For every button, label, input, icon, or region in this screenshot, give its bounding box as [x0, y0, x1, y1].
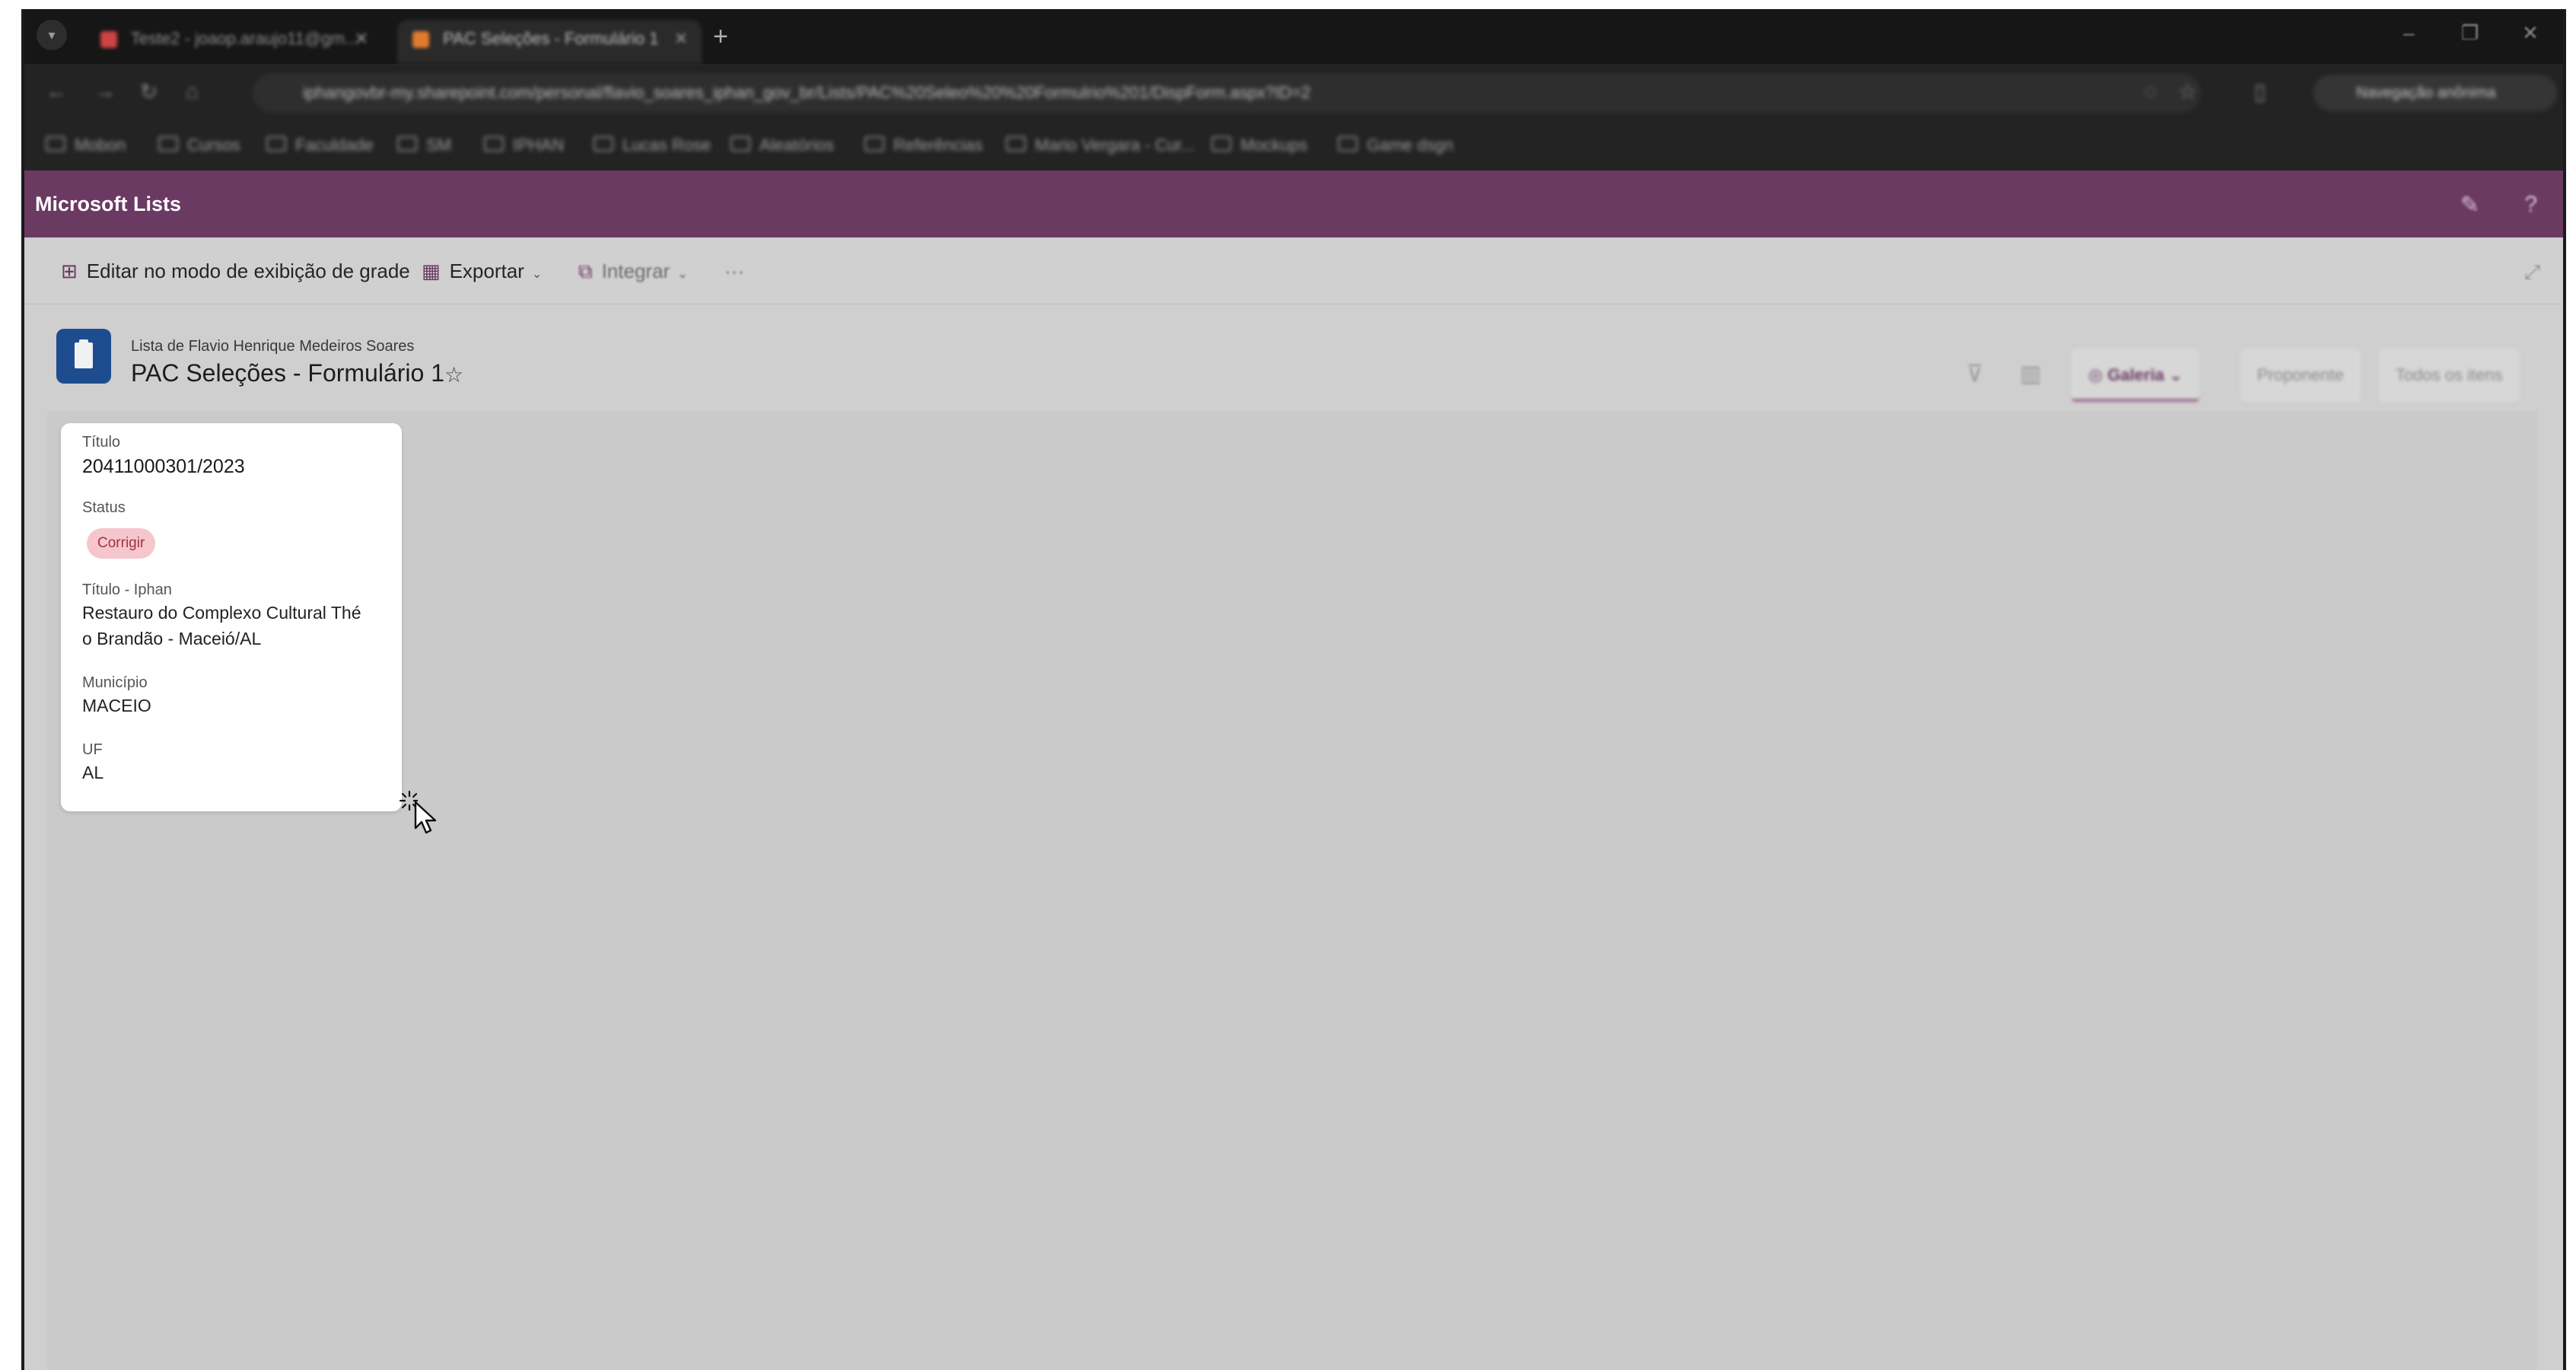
chevron-down-icon: ⌄ [2164, 365, 2183, 384]
app-title[interactable]: Microsoft Lists [35, 170, 181, 237]
view-proponente-tab[interactable]: Proponente [2240, 349, 2361, 402]
uf-value: AL [82, 763, 104, 782]
bookmark-folder[interactable]: Referências [865, 135, 982, 155]
bookmark-folder[interactable]: Mobon [46, 135, 126, 155]
bookmark-folder[interactable]: Game dsgn [1338, 135, 1454, 155]
address-bar[interactable]: iphangovbr-my.sharepoint.com/personal/fl… [253, 73, 2201, 113]
help-icon[interactable]: ? [2524, 192, 2537, 218]
back-icon[interactable]: ← [46, 79, 67, 104]
integrate-button[interactable]: ⧉ Integrar ⌄ [578, 237, 688, 304]
settings-icon[interactable]: ✎ [2460, 192, 2479, 218]
forward-icon[interactable]: → [94, 79, 116, 104]
titulo-iphan-label: Título - Iphan [82, 581, 172, 598]
browser-tab-2[interactable]: PAC Seleções - Formulário 1 ✕ [397, 20, 702, 64]
export-label: Exportar [449, 260, 524, 282]
uf-label: UF [82, 741, 103, 758]
bookmark-star-icon[interactable]: ☆ [2178, 79, 2197, 104]
favorite-star-icon[interactable]: ☆ [444, 362, 463, 387]
filter-icon[interactable]: ⊽ [1966, 361, 1983, 387]
view-proponente-label: Proponente [2257, 365, 2344, 384]
bookmarks-bar: Mobon Cursos Faculdade SM IPHAN Lucas Ro… [24, 120, 2563, 170]
more-icon: ··· [724, 260, 744, 282]
status-badge: Corrigir [87, 528, 156, 559]
new-tab-button[interactable]: + [713, 21, 728, 52]
url-text: iphangovbr-my.sharepoint.com/personal/fl… [303, 83, 1311, 102]
bookmark-folder[interactable]: SM [397, 135, 451, 155]
browser-tab-title: PAC Seleções - Formulário 1 [443, 29, 659, 48]
bookmark-folder[interactable]: Cursos [158, 135, 240, 155]
more-button[interactable]: ··· [724, 237, 744, 304]
eye-off-icon[interactable]: ◌ [2145, 79, 2157, 104]
bookmark-folder[interactable]: Faculdade [266, 135, 374, 155]
close-window-icon[interactable]: ✕ [2522, 21, 2539, 45]
command-bar: ⊞ Editar no modo de exibição de grade ▦ Ex… [24, 237, 2563, 304]
bookmark-folder[interactable]: Lucas Rose [594, 135, 711, 155]
excel-icon: ▦ [422, 260, 441, 282]
titulo-iphan-line-2: o Brandão - Maceió/AL [82, 629, 262, 648]
bookmark-folder[interactable]: Mario Vergara - Cur... [1006, 135, 1195, 155]
grid-edit-button[interactable]: ⊞ Editar no modo de exibição de grade [61, 237, 410, 304]
bookmark-folder[interactable]: IPHAN [484, 135, 564, 155]
chevron-down-icon: ⌄ [531, 268, 543, 281]
grid-icon: ⊞ [61, 260, 78, 282]
titulo-label: Título [82, 434, 121, 451]
gallery-view-icon: ◎ [2088, 365, 2108, 384]
chevron-down-icon: ⌄ [677, 268, 688, 281]
view-gallery-label: Galeria [2107, 365, 2164, 384]
side-panel-icon[interactable]: ▯ [2254, 79, 2266, 104]
list-icon [56, 329, 111, 384]
grid-edit-label: Editar no modo de exibição de grade [86, 260, 410, 282]
reload-icon[interactable]: ↻ [140, 79, 158, 104]
restore-icon[interactable]: ❐ [2461, 21, 2479, 45]
lists-favicon-icon [412, 31, 429, 49]
incognito-label: Navegação anônima [2356, 84, 2496, 101]
view-all-items-label: Todos os itens [2396, 365, 2503, 384]
incognito-badge[interactable]: Navegação anônima [2313, 75, 2557, 111]
integrate-label: Integrar [601, 260, 670, 282]
tab-strip: ▾ Teste2 - joaop.araujo11@gm... ✕ PAC Se… [24, 9, 2563, 64]
municipio-value: MACEIO [82, 696, 151, 715]
export-button[interactable]: ▦ Exportar ⌄ [422, 237, 542, 304]
bookmark-folder[interactable]: Aleatórios [731, 135, 834, 155]
list-title[interactable]: PAC Seleções - Formulário 1 [131, 359, 444, 387]
list-owner: Lista de Flavio Henrique Medeiros Soares [131, 338, 415, 355]
browser-chrome: ▾ Teste2 - joaop.araujo11@gm... ✕ PAC Se… [24, 9, 2563, 170]
expand-icon[interactable]: ⤢ [2524, 260, 2540, 285]
group-icon[interactable]: ▥ [2020, 361, 2041, 387]
mouse-cursor-icon [399, 790, 437, 834]
tab-search-button[interactable]: ▾ [37, 20, 67, 50]
minimize-icon[interactable]: – [2403, 21, 2414, 45]
gallery-area [47, 411, 2537, 1370]
status-label: Status [82, 499, 126, 516]
bookmark-folder[interactable]: Mockups [1212, 135, 1307, 155]
browser-window: ▾ Teste2 - joaop.araujo11@gm... ✕ PAC Se… [21, 9, 2566, 1370]
browser-toolbar: ← → ↻ ⌂ iphangovbr-my.sharepoint.com/per… [24, 64, 2563, 120]
titulo-value: 20411000301/2023 [82, 456, 245, 477]
view-all-items-tab[interactable]: Todos os itens [2379, 349, 2520, 402]
titulo-iphan-line-1: Restauro do Complexo Cultural Thé [82, 603, 361, 623]
municipio-label: Município [82, 674, 148, 691]
home-icon[interactable]: ⌂ [186, 79, 199, 104]
integrate-icon: ⧉ [578, 260, 593, 282]
gallery-card[interactable]: Título 20411000301/2023 Status Corrigir … [61, 423, 402, 811]
gmail-icon [100, 31, 117, 49]
close-tab-icon[interactable]: ✕ [674, 20, 688, 58]
suite-bar: Microsoft Lists ✎ ? [24, 170, 2563, 237]
view-gallery-tab[interactable]: ◎ Galeria ⌄ [2071, 349, 2200, 402]
close-tab-icon[interactable]: ✕ [355, 20, 368, 58]
browser-tab-1[interactable]: Teste2 - joaop.araujo11@gm... ✕ [85, 20, 382, 64]
browser-tab-title: Teste2 - joaop.araujo11@gm... [130, 29, 359, 48]
